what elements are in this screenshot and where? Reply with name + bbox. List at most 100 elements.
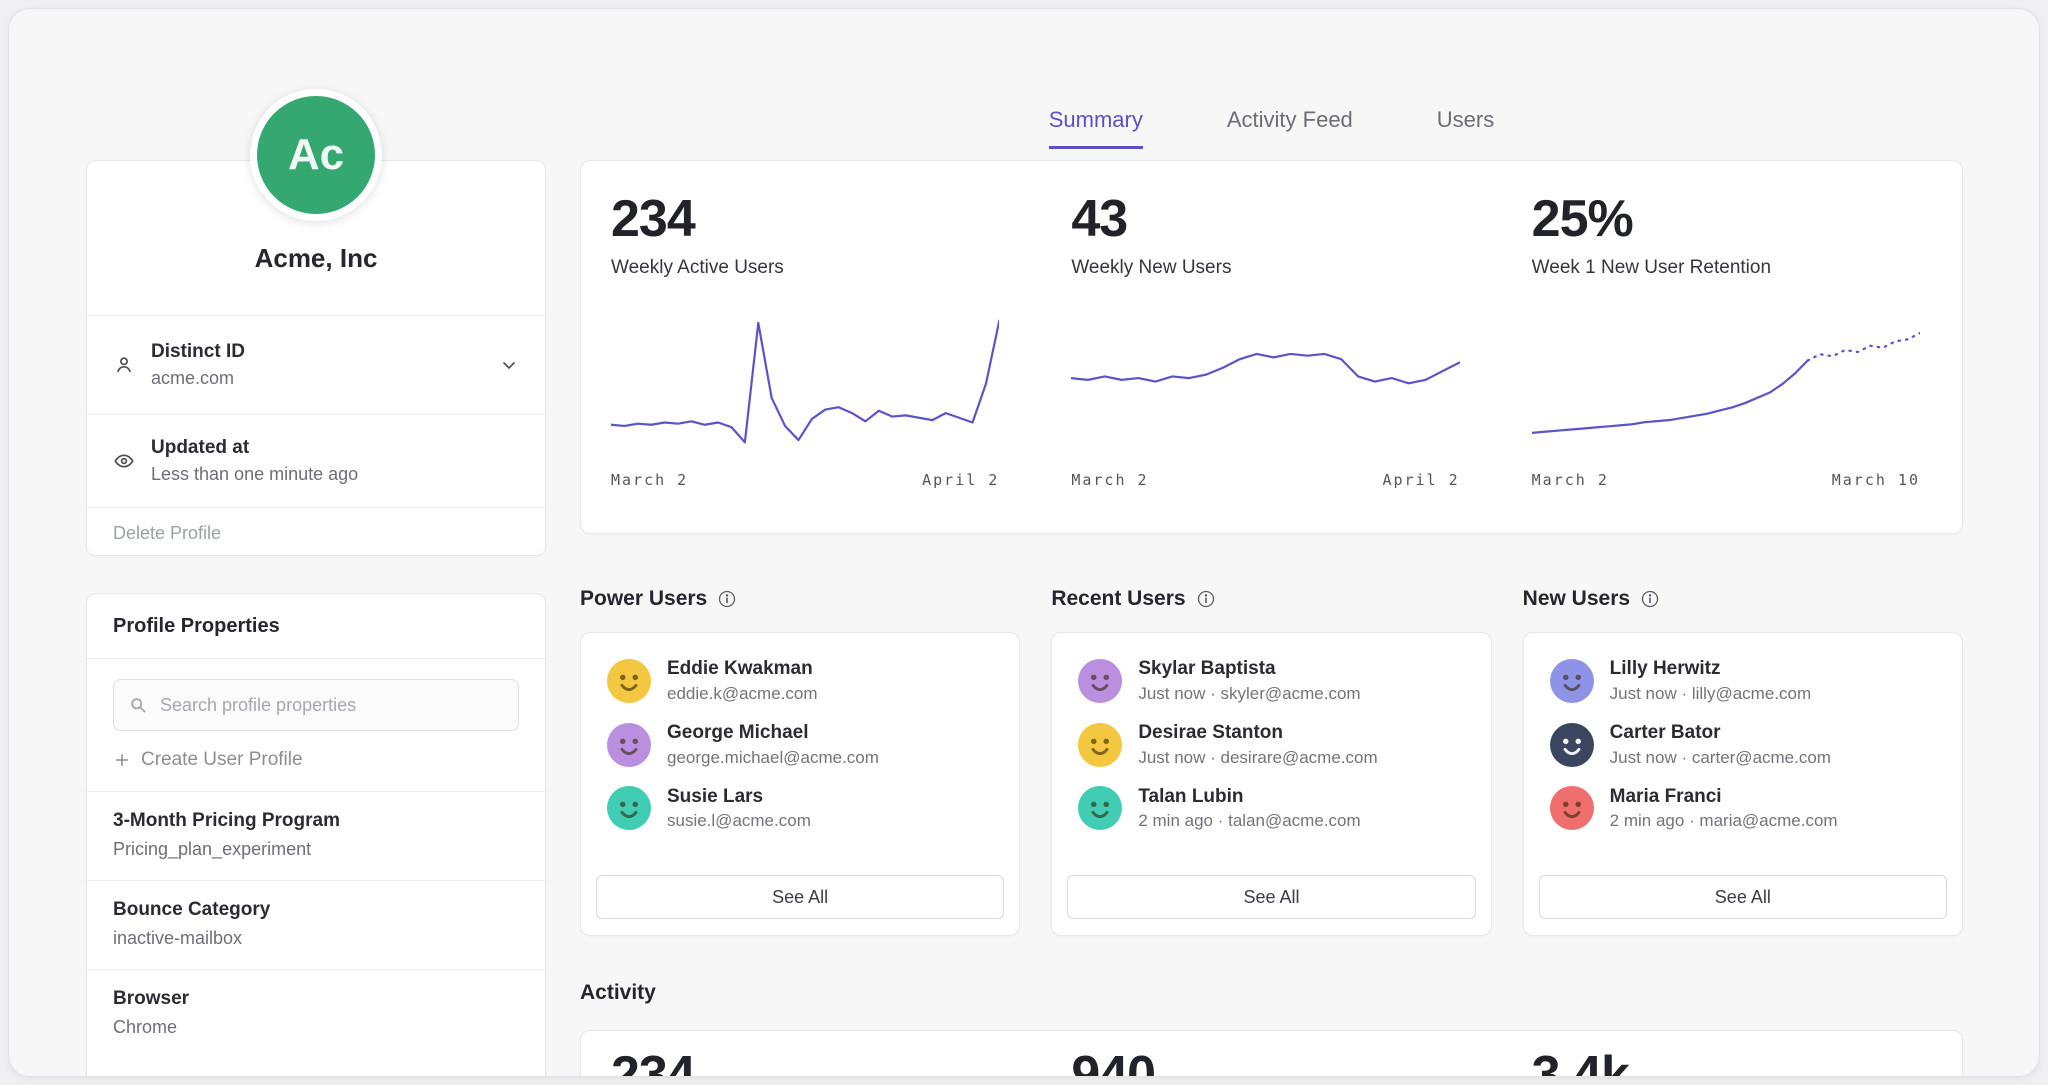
user-avatar (1550, 723, 1594, 767)
user-detail: Just now · carter@acme.com (1610, 748, 1831, 768)
info-icon[interactable] (1640, 589, 1660, 609)
property-value: Chrome (113, 1017, 519, 1038)
chevron-down-icon[interactable] (499, 355, 519, 375)
user-avatar (607, 786, 651, 830)
profile-properties-title: Profile Properties (87, 594, 545, 659)
section-title-recent-users: Recent Users (1051, 587, 1185, 611)
activity-stat-value: 3.4k (1532, 1045, 1932, 1077)
recent-users-card: Skylar Baptista Just now · skyler@acme.c… (1051, 632, 1491, 936)
search-input[interactable] (158, 694, 504, 717)
distinct-id-value: acme.com (151, 368, 245, 389)
user-avatar (607, 659, 651, 703)
user-avatar (1078, 659, 1122, 703)
distinct-id-row[interactable]: Distinct ID acme.com (87, 315, 545, 414)
eye-icon (113, 450, 135, 472)
user-name: George Michael (667, 722, 879, 745)
user-name: Lilly Herwitz (1610, 658, 1811, 681)
stat-value: 43 (1071, 189, 1459, 249)
activity-stat-value: 940 (1071, 1045, 1471, 1077)
stat-label: Week 1 New User Retention (1532, 257, 1920, 279)
search-icon (128, 695, 148, 715)
property-row[interactable]: 3-Month Pricing Program Pricing_plan_exp… (87, 791, 545, 880)
power-users-card: Eddie Kwakman eddie.k@acme.com George Mi… (580, 632, 1020, 936)
user-avatar (1550, 786, 1594, 830)
property-name: Bounce Category (113, 899, 519, 921)
section-title-power-users: Power Users (580, 587, 707, 611)
user-detail: eddie.k@acme.com (667, 684, 818, 704)
company-avatar-initials: Ac (288, 130, 344, 180)
stat-value: 25% (1532, 189, 1920, 249)
see-all-button[interactable]: See All (1067, 875, 1475, 919)
user-detail: Just now · desirare@acme.com (1138, 748, 1377, 768)
user-list-item[interactable]: Susie Lars susie.l@acme.com (581, 777, 1019, 841)
plus-icon (113, 751, 131, 769)
stat-week1-retention: 25% Week 1 New User Retention March 2 Ma… (1502, 161, 1962, 533)
section-title-new-users: New Users (1523, 587, 1630, 611)
see-all-button[interactable]: See All (596, 875, 1004, 919)
stat-value: 234 (611, 189, 999, 249)
profile-properties-card: Profile Properties Create User Profile 3… (86, 593, 546, 1077)
user-name: Maria Franci (1610, 786, 1838, 809)
tab-summary[interactable]: Summary (1049, 107, 1143, 149)
user-name: Eddie Kwakman (667, 658, 818, 681)
updated-at-row: Updated at Less than one minute ago (87, 414, 545, 507)
company-avatar: Ac (250, 89, 382, 221)
property-name: Browser (113, 988, 519, 1010)
new-users-card: Lilly Herwitz Just now · lilly@acme.com … (1523, 632, 1963, 936)
user-avatar (1550, 659, 1594, 703)
user-list-item[interactable]: Lilly Herwitz Just now · lilly@acme.com (1524, 649, 1962, 713)
stat-weekly-active-users: 234 Weekly Active Users March 2 April 2 (581, 161, 1041, 533)
user-list-item[interactable]: Maria Franci 2 min ago · maria@acme.com (1524, 777, 1962, 841)
weekly-active-users-chart (611, 311, 999, 459)
week1-retention-chart (1532, 311, 1920, 459)
user-avatar (1078, 723, 1122, 767)
weekly-new-users-chart (1071, 311, 1459, 459)
summary-stats-card: 234 Weekly Active Users March 2 April 2 … (580, 160, 1963, 534)
x-axis-start-label: March 2 (1071, 471, 1148, 489)
user-avatar (1078, 786, 1122, 830)
create-user-profile-button[interactable]: Create User Profile (113, 749, 519, 771)
updated-at-label: Updated at (151, 437, 358, 459)
user-list-item[interactable]: George Michael george.michael@acme.com (581, 713, 1019, 777)
user-list-item[interactable]: Eddie Kwakman eddie.k@acme.com (581, 649, 1019, 713)
person-icon (113, 354, 135, 376)
delete-profile-label: Delete Profile (113, 523, 221, 544)
user-detail: susie.l@acme.com (667, 811, 811, 831)
user-detail: 2 min ago · talan@acme.com (1138, 811, 1360, 831)
user-list-item[interactable]: Carter Bator Just now · carter@acme.com (1524, 713, 1962, 777)
user-detail: george.michael@acme.com (667, 748, 879, 768)
activity-section-title: Activity (580, 981, 656, 1005)
user-name: Susie Lars (667, 786, 811, 809)
user-section-headers: Power Users Recent Users New Users (580, 587, 1963, 611)
user-name: Carter Bator (1610, 722, 1831, 745)
user-cards-row: Eddie Kwakman eddie.k@acme.com George Mi… (580, 632, 1963, 936)
user-list-item[interactable]: Talan Lubin 2 min ago · talan@acme.com (1052, 777, 1490, 841)
x-axis-end-label: March 10 (1832, 471, 1920, 489)
info-icon[interactable] (717, 589, 737, 609)
tab-bar: Summary Activity Feed Users (580, 107, 1963, 149)
delete-profile-button[interactable]: Delete Profile (87, 507, 545, 559)
x-axis-end-label: April 2 (922, 471, 999, 489)
profile-properties-search[interactable] (113, 679, 519, 731)
property-row[interactable]: Bounce Category inactive-mailbox (87, 880, 545, 969)
property-row[interactable]: Browser Chrome (87, 969, 545, 1058)
user-list-item[interactable]: Desirae Stanton Just now · desirare@acme… (1052, 713, 1490, 777)
x-axis-start-label: March 2 (1532, 471, 1609, 489)
tab-users[interactable]: Users (1437, 107, 1494, 149)
user-avatar (607, 723, 651, 767)
tab-activity-feed[interactable]: Activity Feed (1227, 107, 1353, 149)
user-list-item[interactable]: Skylar Baptista Just now · skyler@acme.c… (1052, 649, 1490, 713)
x-axis-end-label: April 2 (1382, 471, 1459, 489)
user-detail: Just now · lilly@acme.com (1610, 684, 1811, 704)
user-detail: 2 min ago · maria@acme.com (1610, 811, 1838, 831)
stat-label: Weekly Active Users (611, 257, 999, 279)
see-all-button[interactable]: See All (1539, 875, 1947, 919)
user-detail: Just now · skyler@acme.com (1138, 684, 1360, 704)
user-name: Skylar Baptista (1138, 658, 1360, 681)
distinct-id-label: Distinct ID (151, 341, 245, 363)
updated-at-value: Less than one minute ago (151, 464, 358, 485)
stat-weekly-new-users: 43 Weekly New Users March 2 April 2 (1041, 161, 1501, 533)
user-name: Desirae Stanton (1138, 722, 1377, 745)
user-name: Talan Lubin (1138, 786, 1360, 809)
info-icon[interactable] (1196, 589, 1216, 609)
